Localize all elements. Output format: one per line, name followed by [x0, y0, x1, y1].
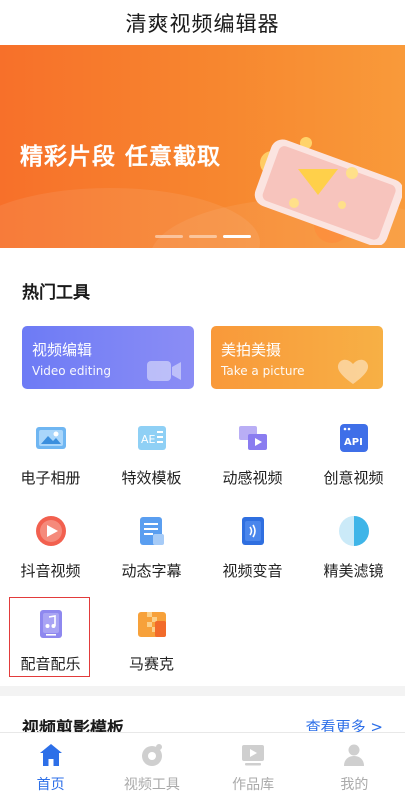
- app-header: 清爽视频编辑器: [0, 0, 405, 45]
- tool-label: 电子相册: [20, 469, 81, 487]
- video-editing-card[interactable]: 视频编辑 Video editing: [22, 326, 194, 389]
- tool-dynamic-subtitle[interactable]: 动态字幕: [101, 504, 202, 597]
- tool-label: 精美滤镜: [323, 562, 384, 580]
- section-title: 热门工具: [22, 283, 90, 303]
- page-title: 清爽视频编辑器: [125, 11, 280, 36]
- tab-mine[interactable]: 我的: [304, 733, 405, 800]
- api-icon: API: [339, 424, 368, 452]
- play-circle-icon: [35, 516, 66, 546]
- tool-label: 动态字幕: [121, 562, 182, 580]
- tool-label: 特效模板: [121, 469, 182, 487]
- hot-tools-section: 热门工具 视频编辑 Video editing 美拍美摄 Take a pict…: [0, 278, 405, 690]
- svg-text:AE: AE: [141, 433, 156, 446]
- tool-label: 抖音视频: [20, 562, 81, 580]
- banner-pagination: [0, 235, 405, 238]
- video-camera-icon: [147, 361, 181, 381]
- tab-label: 我的: [340, 777, 369, 793]
- tab-label: 作品库: [232, 777, 275, 793]
- effect-template-icon: AE: [137, 426, 166, 450]
- banner-slogan: 精彩片段 任意截取: [20, 144, 222, 170]
- tool-photo-album[interactable]: 电子相册: [0, 411, 101, 504]
- works-library-icon: [242, 745, 265, 766]
- tool-label: 马赛克: [128, 655, 174, 673]
- video-tools-icon: [141, 744, 162, 766]
- feature-cards: 视频编辑 Video editing 美拍美摄 Take a picture: [22, 326, 383, 389]
- phone-illustration-icon: [254, 137, 402, 245]
- tab-label: 视频工具: [123, 777, 180, 793]
- tab-video-tools[interactable]: 视频工具: [101, 733, 202, 800]
- tool-dubbing-music[interactable]: 配音配乐: [0, 597, 101, 690]
- section-title: 视频剪影模板: [22, 719, 124, 732]
- photo-album-icon: [35, 427, 66, 449]
- view-more-link[interactable]: 查看更多 >: [306, 716, 383, 732]
- tab-works-library[interactable]: 作品库: [203, 733, 304, 800]
- heart-icon: [337, 359, 369, 384]
- tools-grid: 电子相册 AE 特效模板 动感视频 API 创意视频 抖音视频 动态字幕 视频变…: [0, 411, 405, 690]
- tool-filter[interactable]: 精美滤镜: [303, 504, 404, 597]
- tab-label: 首页: [36, 777, 65, 793]
- pagination-dot-active[interactable]: [222, 235, 251, 238]
- bottom-tab-bar: 首页 视频工具 作品库 我的: [0, 732, 405, 800]
- tool-label: 动感视频: [222, 469, 283, 487]
- section-divider: [0, 686, 405, 696]
- promo-banner[interactable]: 精彩片段 任意截取: [0, 45, 405, 248]
- tool-dynamic-video[interactable]: 动感视频: [202, 411, 303, 504]
- tool-voice-change[interactable]: 视频变音: [202, 504, 303, 597]
- filter-icon: [338, 516, 369, 546]
- tool-label: 视频变音: [222, 562, 283, 580]
- tool-creative-video[interactable]: API 创意视频: [303, 411, 404, 504]
- tool-douyin-video[interactable]: 抖音视频: [0, 504, 101, 597]
- dynamic-video-icon: [238, 426, 267, 450]
- tool-label: 创意视频: [323, 469, 384, 487]
- svg-text:API: API: [344, 437, 363, 448]
- take-picture-card[interactable]: 美拍美摄 Take a picture: [211, 326, 383, 389]
- home-icon: [39, 744, 62, 766]
- template-section-header: 视频剪影模板 查看更多 >: [0, 696, 405, 732]
- music-note-icon: [39, 610, 62, 638]
- pagination-dot[interactable]: [188, 235, 217, 238]
- voice-change-icon: [241, 517, 264, 545]
- tool-mosaic[interactable]: 马赛克: [101, 597, 202, 690]
- mosaic-icon: [137, 612, 166, 637]
- user-icon: [344, 744, 365, 766]
- tab-home[interactable]: 首页: [0, 733, 101, 800]
- pagination-dot[interactable]: [154, 235, 183, 238]
- tool-effect-template[interactable]: AE 特效模板: [101, 411, 202, 504]
- tool-label: 配音配乐: [20, 655, 81, 673]
- subtitle-icon: [139, 517, 164, 545]
